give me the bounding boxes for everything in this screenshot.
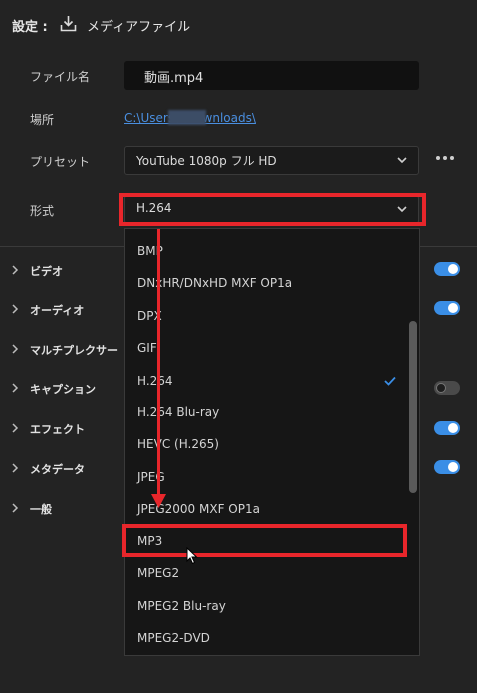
location-label: 場所 [30, 113, 55, 127]
section-audio[interactable]: オーディオ [30, 302, 84, 318]
option-dnxhr[interactable]: DNxHR/DNxHD MXF OP1a [137, 276, 292, 290]
annotation-arrow-line [157, 229, 160, 499]
preset-label: プリセット [30, 155, 91, 169]
effects-toggle[interactable] [434, 421, 460, 435]
checkmark-icon [384, 376, 396, 386]
section-effects[interactable]: エフェクト [30, 421, 85, 437]
filename-value: 動画.mp4 [144, 71, 204, 86]
section-captions[interactable]: キャプション [30, 381, 96, 397]
chevron-right-icon[interactable] [11, 304, 19, 314]
chevron-right-icon[interactable] [11, 383, 19, 393]
option-mpeg2-dvd[interactable]: MPEG2-DVD [137, 631, 210, 645]
option-h264-bluray[interactable]: H.264 Blu-ray [137, 405, 219, 419]
section-general[interactable]: 一般 [30, 501, 52, 517]
section-multiplexer[interactable]: マルチプレクサー [30, 342, 118, 358]
option-mpeg2[interactable]: MPEG2 [137, 566, 179, 580]
more-options-icon[interactable] [434, 151, 456, 165]
option-jpeg[interactable]: JPEG [137, 470, 165, 484]
redacted-username [168, 110, 206, 125]
option-h264[interactable]: H.264 [137, 374, 173, 388]
section-metadata[interactable]: メタデータ [30, 461, 85, 477]
chevron-right-icon[interactable] [11, 463, 19, 473]
metadata-toggle[interactable] [434, 460, 460, 474]
chevron-right-icon[interactable] [11, 423, 19, 433]
format-highlight-frame [119, 193, 426, 226]
preset-value: YouTube 1080p フル HD [136, 154, 277, 168]
scrollbar-thumb[interactable] [409, 321, 417, 493]
mouse-cursor-icon [186, 547, 198, 565]
option-mpeg2-bluray[interactable]: MPEG2 Blu-ray [137, 599, 226, 613]
chevron-right-icon[interactable] [11, 503, 19, 513]
captions-toggle[interactable] [434, 381, 460, 395]
option-gif[interactable]: GIF [137, 341, 157, 355]
filename-label: ファイル名 [30, 70, 91, 84]
media-file-label: メディアファイル [87, 20, 191, 35]
chevron-down-icon [397, 157, 407, 164]
section-video[interactable]: ビデオ [30, 263, 63, 279]
option-hevc[interactable]: HEVC (H.265) [137, 437, 219, 451]
mp3-highlight-frame [122, 524, 407, 557]
audio-toggle[interactable] [434, 301, 460, 315]
format-label: 形式 [30, 204, 55, 218]
chevron-right-icon[interactable] [11, 344, 19, 354]
download-icon [60, 16, 77, 32]
arrow-down-icon [151, 494, 166, 508]
video-toggle[interactable] [434, 262, 460, 276]
settings-title: 設定 : [12, 20, 48, 35]
chevron-right-icon[interactable] [11, 265, 19, 275]
